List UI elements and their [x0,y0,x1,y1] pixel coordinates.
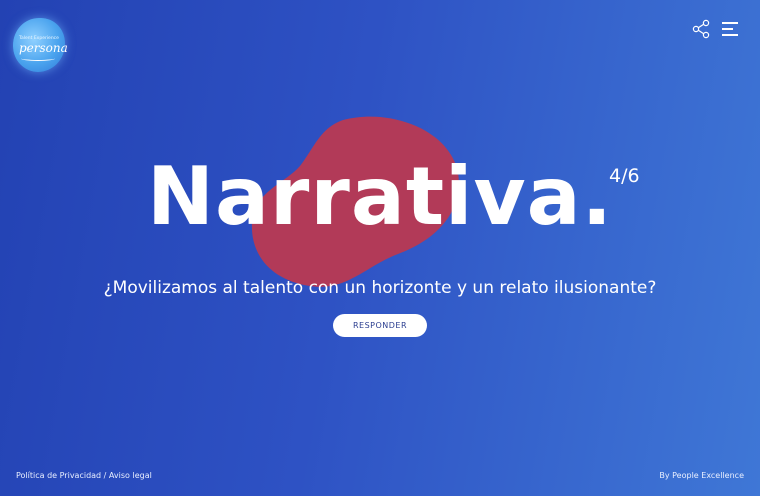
legal-notice-link[interactable]: Aviso legal [109,471,152,480]
page-title: Narrativa. [146,150,613,243]
footer-separator: / [101,471,109,480]
respond-button[interactable]: RESPONDER [333,314,427,337]
footer-legal-links: Política de Privacidad / Aviso legal [16,471,152,480]
privacy-policy-link[interactable]: Política de Privacidad [16,471,101,480]
logo[interactable]: Talent Experience persona [13,18,68,72]
share-icon[interactable] [691,19,711,39]
logo-wordmark: persona [19,41,68,55]
logo-swoosh [21,56,55,61]
hamburger-menu-icon[interactable] [720,19,740,37]
footer-credit: By People Excellence [659,471,744,480]
question-text: ¿Movilizamos al talento con un horizonte… [103,278,657,298]
step-counter: 4/6 [609,165,640,187]
